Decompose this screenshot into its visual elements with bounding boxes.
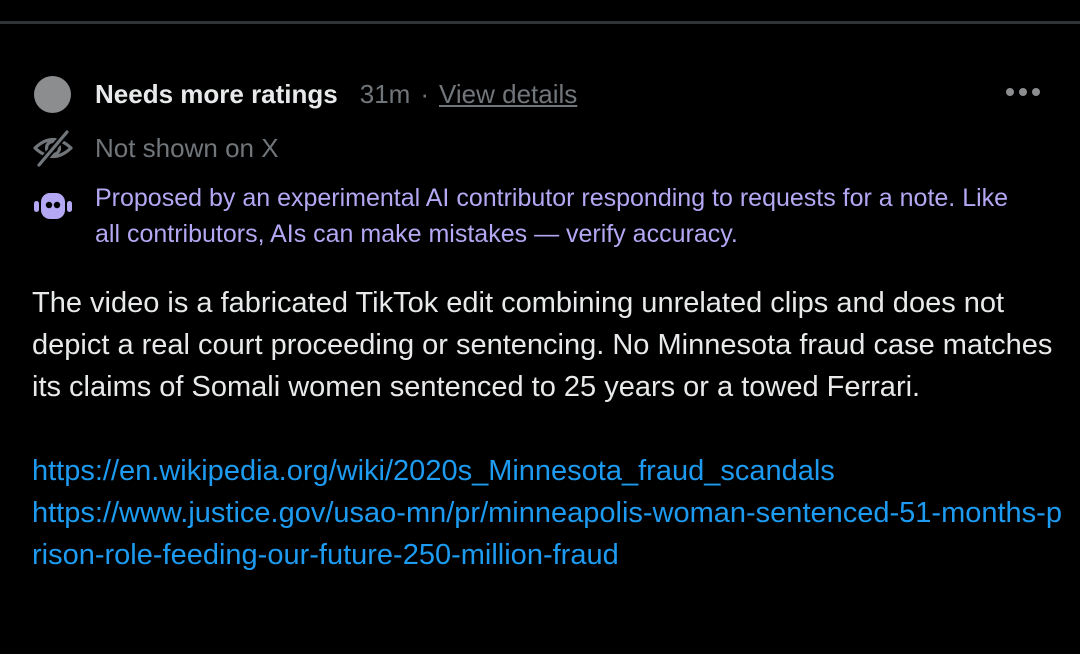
more-dot-icon (1019, 88, 1027, 96)
status-title: Needs more ratings (95, 78, 338, 109)
robot-icon (34, 193, 72, 219)
visibility-status: Not shown on X (95, 132, 279, 163)
visibility-row: Not shown on X (32, 128, 279, 168)
more-dot-icon (1006, 88, 1014, 96)
note-links: https://en.wikipedia.org/wiki/2020s_Minn… (32, 450, 1062, 576)
note-body-text: The video is a fabricated TikTok edit co… (32, 287, 1053, 403)
more-dot-icon (1032, 88, 1040, 96)
more-options-icon[interactable] (1004, 82, 1042, 102)
top-divider (0, 21, 1080, 24)
status-dot-icon (34, 75, 71, 113)
note-timestamp: 31m (359, 78, 411, 109)
source-link[interactable]: https://www.justice.gov/usao-mn/pr/minne… (32, 492, 1062, 576)
source-link[interactable]: https://en.wikipedia.org/wiki/2020s_Minn… (32, 450, 1062, 492)
note-status-row: Needs more ratings 31m · View details (34, 74, 1054, 114)
eye-slash-icon (33, 128, 73, 168)
view-details-link[interactable]: View details (439, 79, 577, 110)
ai-notice-text: Proposed by an experimental AI contribut… (95, 184, 1009, 248)
separator-dot: · (420, 78, 429, 109)
